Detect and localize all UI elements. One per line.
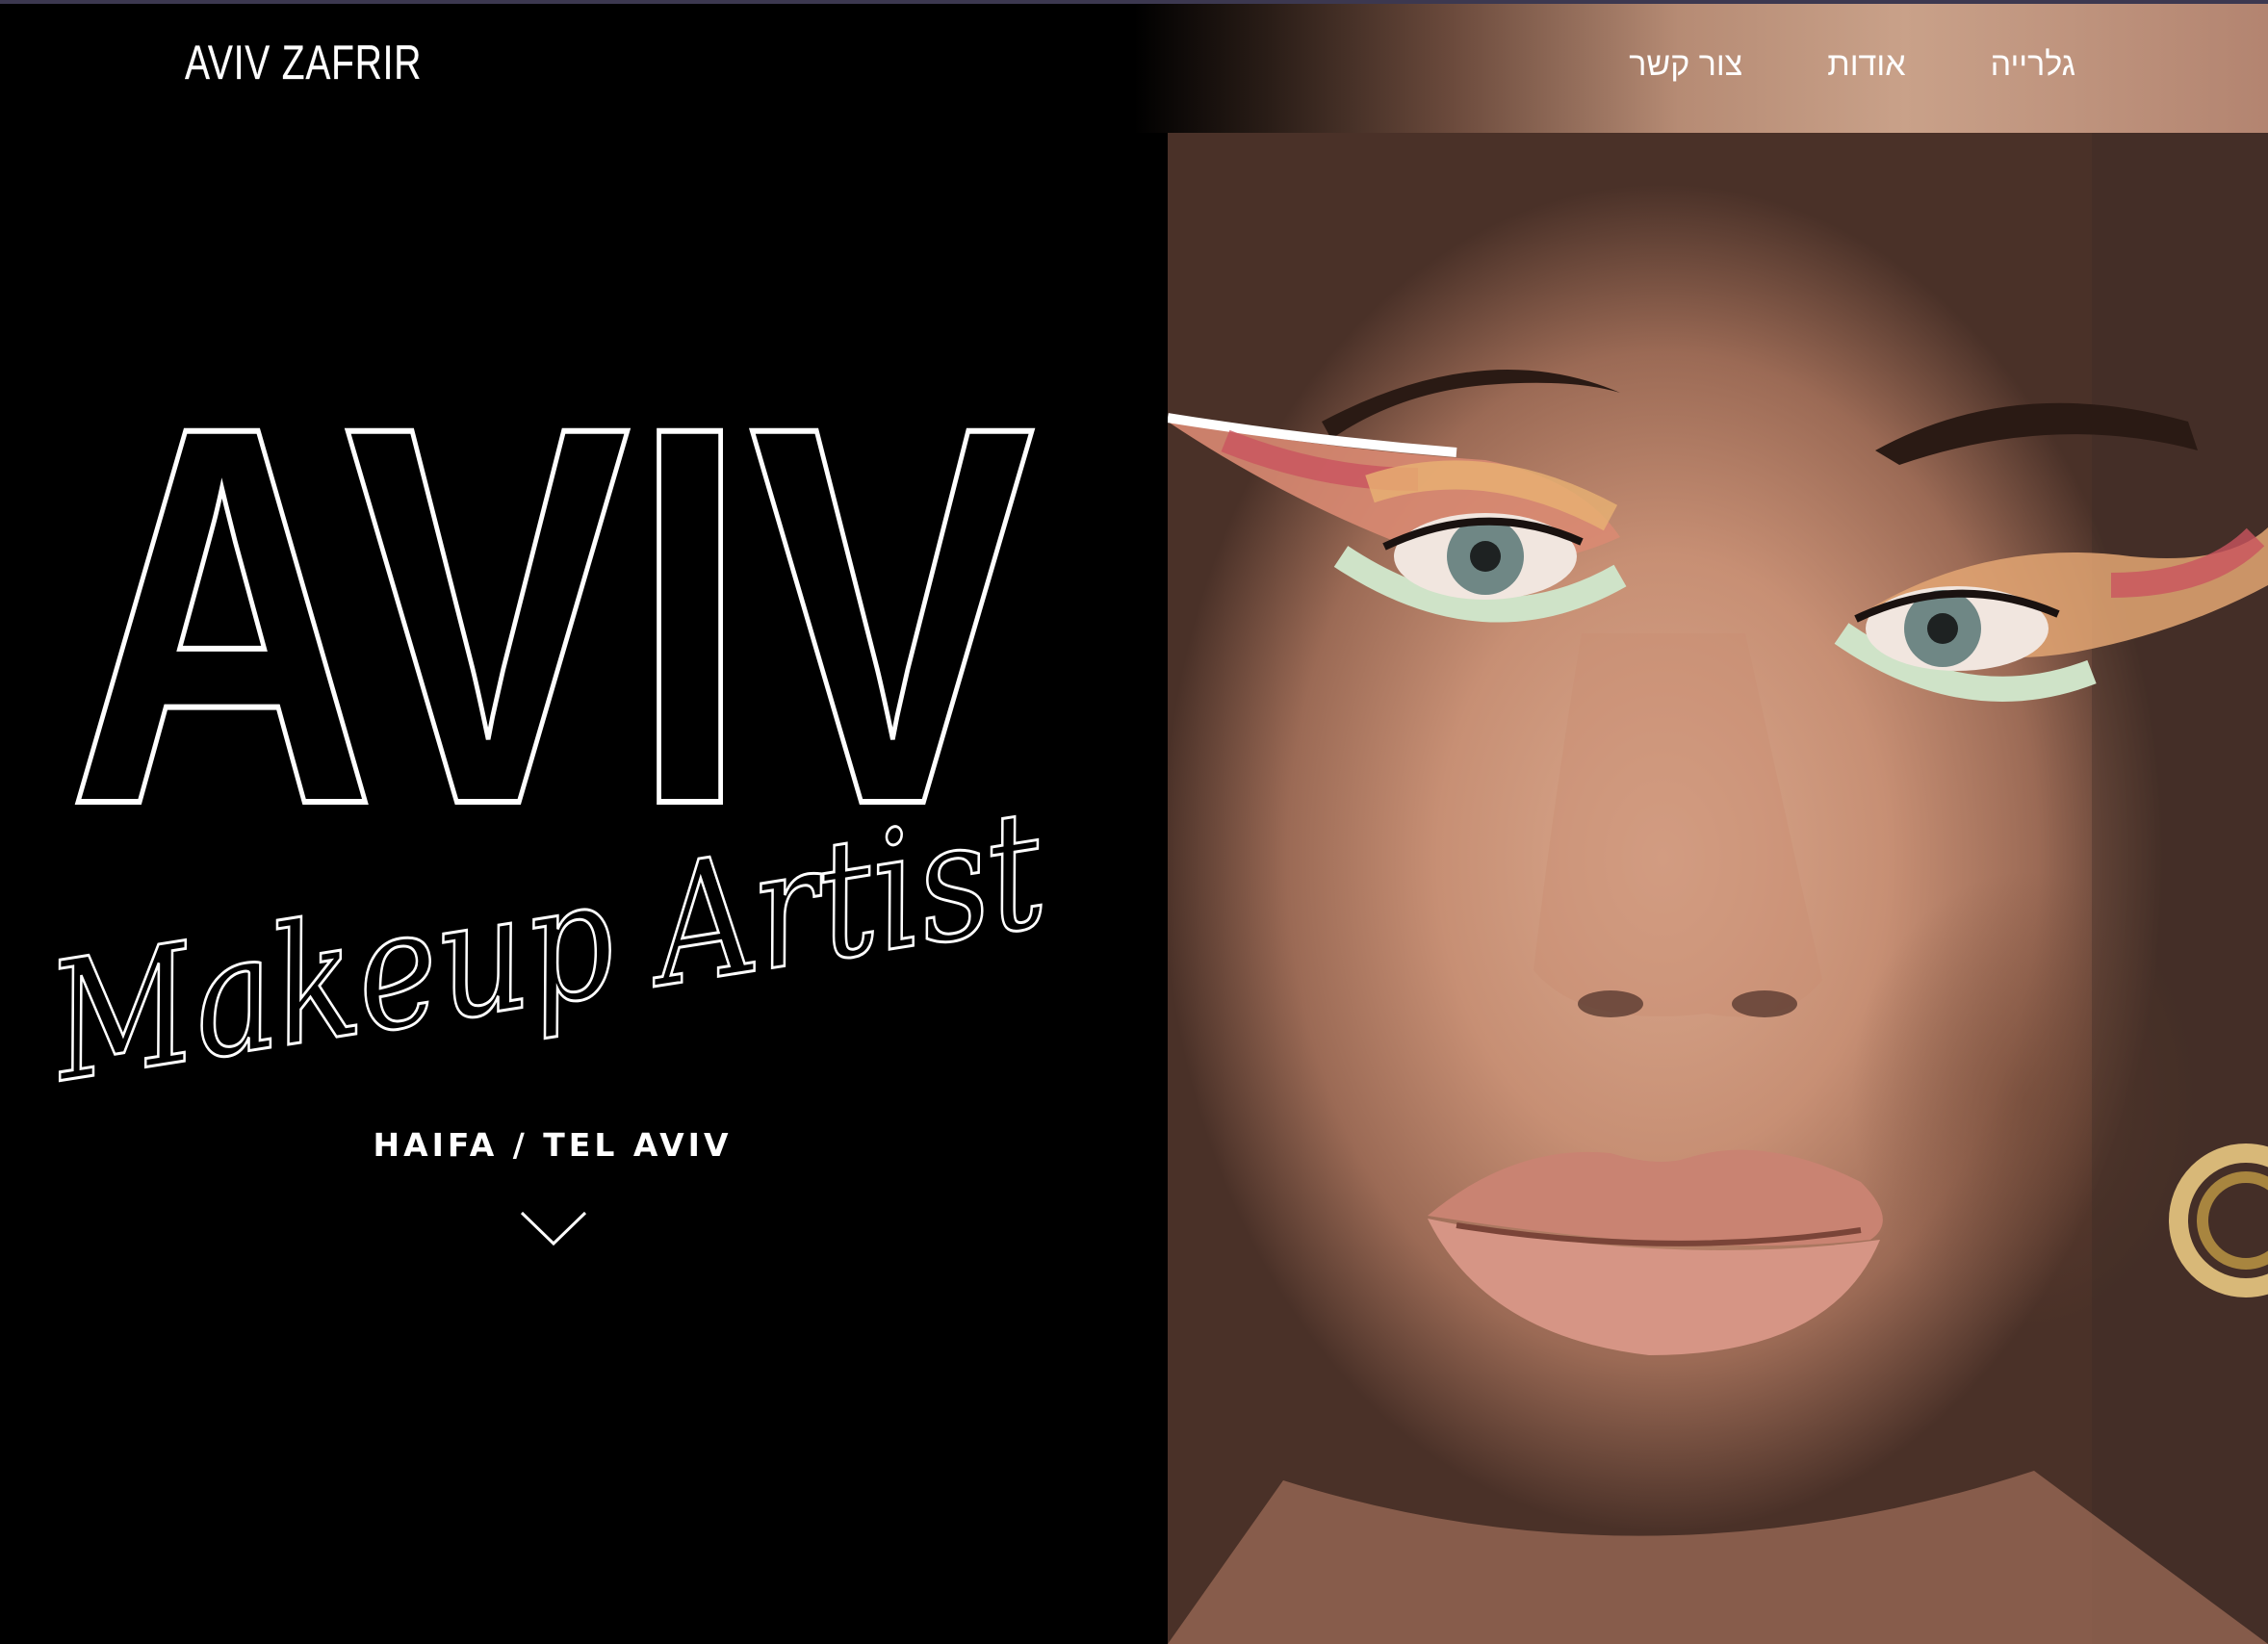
hero-subtitle: Makeup Artist (29, 773, 1088, 1121)
hero-portrait-photo (1168, 133, 2268, 1644)
site-logo[interactable]: AVIV ZAFRIR (185, 35, 422, 90)
hero-title: AVIV (67, 383, 1040, 816)
hero-title-text: AVIV (67, 383, 1037, 816)
nav-link-gallery[interactable]: גלרייה (1991, 46, 2075, 84)
hero-subtitle-text: Makeup Artist (36, 809, 1057, 1097)
hero-location: HAIFA / TEL AVIV (373, 1126, 733, 1164)
header: AVIV ZAFRIR גלרייה אודות צור קשר (0, 0, 2268, 133)
main-nav: גלרייה אודות צור קשר (1629, 46, 2075, 84)
nav-link-about[interactable]: אודות (1827, 46, 1905, 84)
page: AVIV ZAFRIR גלרייה אודות צור קשר AVIV Ma… (0, 0, 2268, 1644)
nav-link-contact[interactable]: צור קשר (1629, 46, 1742, 84)
portrait-illustration (1168, 133, 2268, 1644)
chevron-down-icon[interactable] (520, 1209, 587, 1247)
